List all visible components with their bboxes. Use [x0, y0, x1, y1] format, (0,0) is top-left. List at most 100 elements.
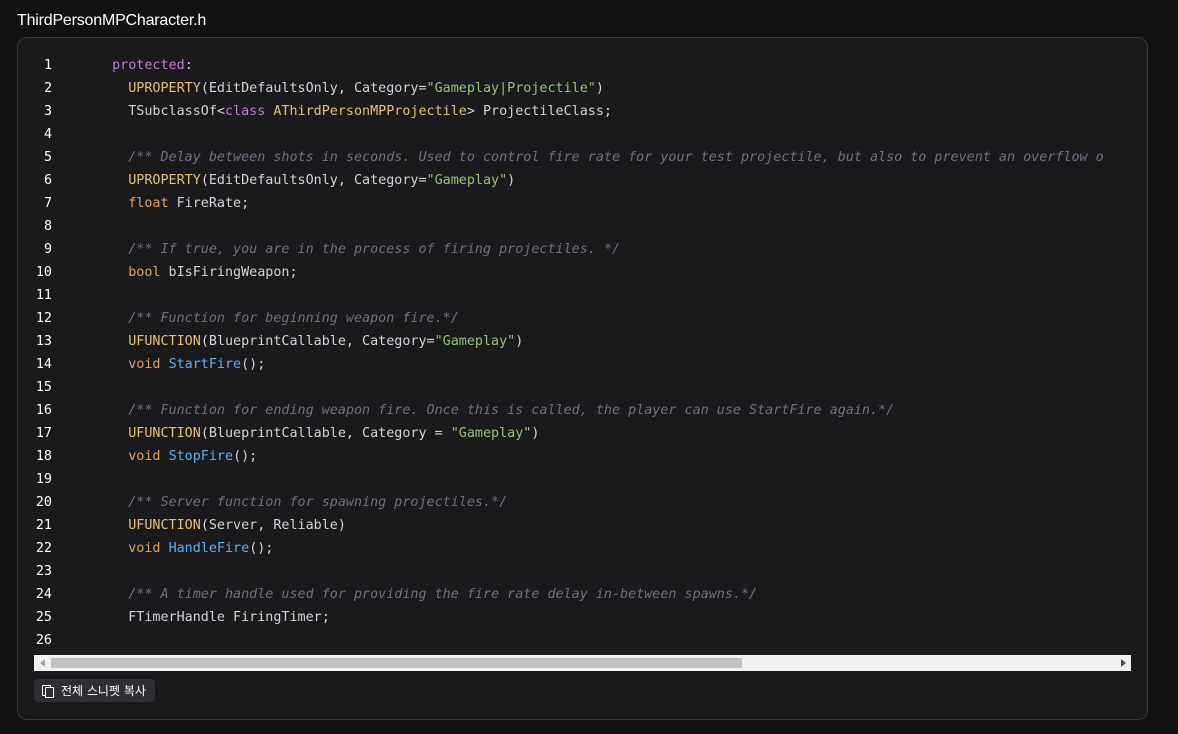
code-line: 19 — [18, 468, 1130, 491]
code-line: 10 bool bIsFiringWeapon; — [18, 261, 1130, 284]
line-number: 16 — [35, 403, 52, 418]
code-token: StopFire — [168, 449, 234, 464]
code-token: (BlueprintCallable, Category= — [200, 334, 435, 349]
scroll-right-button[interactable] — [1115, 655, 1131, 671]
code-token: /** Function for beginning weapon fire.*… — [128, 311, 459, 326]
code-line: 14 void StartFire(); — [18, 353, 1130, 376]
code-token: TSubclassOf< — [96, 104, 225, 119]
line-number: 9 — [43, 242, 52, 257]
code-token: FireRate; — [168, 196, 250, 211]
code-line: 9 /** If true, you are in the process of… — [18, 238, 1130, 261]
horizontal-scrollbar[interactable] — [34, 654, 1131, 671]
code-line: 4 — [18, 123, 1130, 146]
scroll-left-button[interactable] — [34, 655, 50, 671]
code-line: 15 — [18, 376, 1130, 399]
code-line: 16 /** Function for ending weapon fire. … — [18, 399, 1130, 422]
code-token: StartFire — [168, 357, 242, 372]
line-code: UFUNCTION(BlueprintCallable, Category = … — [96, 422, 539, 445]
file-name-title: ThirdPersonMPCharacter.h — [17, 12, 207, 29]
line-code: /** Function for ending weapon fire. Onc… — [96, 399, 894, 422]
code-block: 1 protected: 2 UPROPERTY(EditDefaultsOnly… — [18, 54, 1130, 654]
code-line: 3 TSubclassOf<class AThirdPersonMPProjec… — [18, 100, 1130, 123]
code-line: 17 UFUNCTION(BlueprintCallable, Category… — [18, 422, 1130, 445]
code-line: 12 /** Function for beginning weapon fir… — [18, 307, 1130, 330]
line-number: 10 — [35, 265, 52, 280]
line-number: 3 — [43, 104, 52, 119]
copy-snippet-button[interactable]: 전체 스니펫 복사 — [34, 679, 155, 702]
code-token: "Gameplay" — [426, 173, 508, 188]
line-number: 15 — [35, 380, 52, 395]
code-line: 21 UFUNCTION(Server, Reliable) — [18, 514, 1130, 537]
code-line: 6 UPROPERTY(EditDefaultsOnly, Category="… — [18, 169, 1130, 192]
code-line: 5 /** Delay between shots in seconds. Us… — [18, 146, 1130, 169]
line-code: FTimerHandle FiringTimer; — [96, 606, 330, 629]
code-token: (); — [241, 357, 266, 372]
code-line: 1 protected: — [18, 54, 1130, 77]
line-code: UPROPERTY(EditDefaultsOnly, Category="Ga… — [96, 169, 515, 192]
code-line: 2 UPROPERTY(EditDefaultsOnly, Category="… — [18, 77, 1130, 100]
line-code: float FireRate; — [96, 192, 249, 215]
code-token: UPROPERTY — [128, 81, 201, 96]
code-token: AThirdPersonMPProjectile — [273, 104, 467, 119]
code-line: 23 — [18, 560, 1130, 583]
line-code: UPROPERTY(EditDefaultsOnly, Category="Ga… — [96, 77, 604, 100]
copy-snippet-label: 전체 스니펫 복사 — [61, 684, 146, 698]
line-number: 1 — [43, 58, 52, 73]
line-number: 25 — [35, 610, 52, 625]
code-token: > ProjectileClass; — [466, 104, 612, 119]
line-number: 19 — [35, 472, 52, 487]
copy-icon — [41, 684, 55, 698]
line-code: /** If true, you are in the process of f… — [96, 238, 620, 261]
code-token: UFUNCTION — [128, 518, 201, 533]
code-token: ) — [515, 334, 524, 349]
line-number: 6 — [43, 173, 52, 188]
line-number: 22 — [35, 541, 52, 556]
code-token: FTimerHandle FiringTimer; — [96, 610, 330, 625]
line-number: 21 — [35, 518, 52, 533]
code-token: UFUNCTION — [128, 426, 201, 441]
code-line: 13 UFUNCTION(BlueprintCallable, Category… — [18, 330, 1130, 353]
code-line: 20 /** Server function for spawning proj… — [18, 491, 1130, 514]
arrow-left-icon — [39, 659, 45, 667]
line-number: 20 — [35, 495, 52, 510]
line-number: 2 — [43, 81, 52, 96]
code-token: : — [184, 58, 193, 73]
code-token: /** Function for ending weapon fire. Onc… — [128, 403, 895, 418]
code-token: (); — [249, 541, 274, 556]
code-snippet-panel: 1 protected: 2 UPROPERTY(EditDefaultsOnly… — [17, 37, 1148, 720]
code-token: "Gameplay|Projectile" — [426, 81, 596, 96]
line-number: 5 — [43, 150, 52, 165]
code-token: UPROPERTY — [128, 173, 201, 188]
line-number: 23 — [35, 564, 52, 579]
code-token: void — [128, 357, 161, 372]
code-token: /** A timer handle used for providing th… — [128, 587, 758, 602]
line-code: void StartFire(); — [96, 353, 265, 376]
code-token: /** Server function for spawning project… — [128, 495, 508, 510]
line-number: 11 — [35, 288, 52, 303]
code-token: void — [128, 541, 161, 556]
code-token: ) — [595, 81, 604, 96]
code-line: 25 FTimerHandle FiringTimer; — [18, 606, 1130, 629]
scrollbar-thumb[interactable] — [51, 658, 742, 668]
arrow-right-icon — [1120, 659, 1126, 667]
code-line: 24 /** A timer handle used for providing… — [18, 583, 1130, 606]
line-code: protected: — [96, 54, 193, 77]
code-token: void — [128, 449, 161, 464]
code-token: (EditDefaultsOnly, Category= — [200, 81, 427, 96]
line-code: /** Function for beginning weapon fire.*… — [96, 307, 459, 330]
line-number: 8 — [43, 219, 52, 234]
code-token: bIsFiringWeapon; — [160, 265, 298, 280]
code-token: ) — [531, 426, 540, 441]
code-line: 22 void HandleFire(); — [18, 537, 1130, 560]
code-token: (); — [233, 449, 258, 464]
